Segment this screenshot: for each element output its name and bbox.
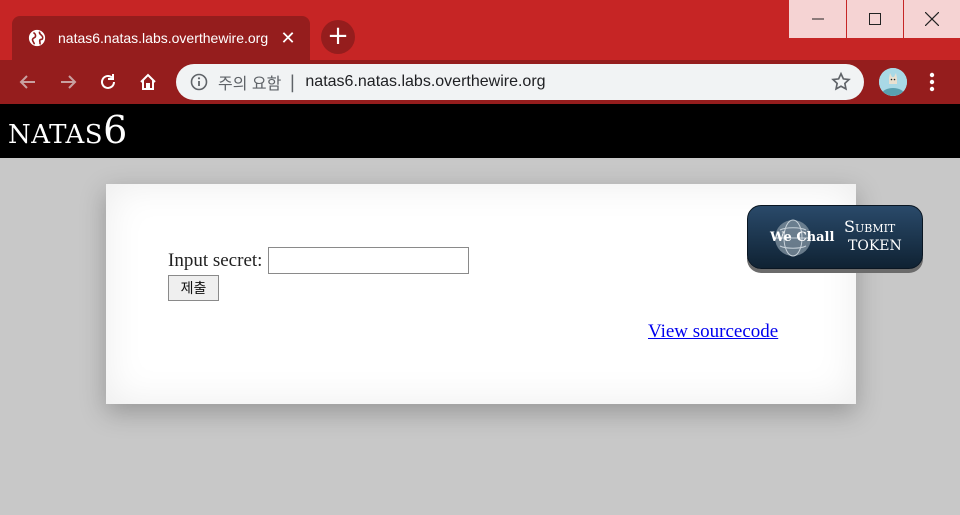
secret-form: Input secret:: [168, 247, 470, 274]
secret-label: Input secret:: [168, 249, 263, 271]
maximize-icon[interactable]: [846, 0, 903, 38]
content-panel: Input secret: 제출 View sourcecode: [106, 184, 856, 404]
plus-icon[interactable]: +: [321, 20, 355, 54]
home-icon[interactable]: [134, 68, 162, 96]
url-separator: |: [289, 71, 296, 93]
view-source-link[interactable]: View sourcecode: [648, 321, 778, 343]
star-icon[interactable]: [830, 71, 852, 93]
wechall-submit-label: Submit: [844, 217, 896, 236]
wechall-submit-token-button[interactable]: We Chall Submit TOKEN: [747, 205, 923, 269]
tab-title: natas6.natas.labs.overthewire.org: [58, 30, 269, 46]
wechall-token-label: TOKEN: [848, 238, 902, 254]
back-arrow-icon[interactable]: [14, 68, 42, 96]
reload-icon[interactable]: [94, 68, 122, 96]
logo-prefix: NATAS: [8, 120, 104, 150]
browser-tab[interactable]: natas6.natas.labs.overthewire.org ✕: [12, 16, 310, 60]
minimize-icon[interactable]: [789, 0, 846, 38]
tab-strip: natas6.natas.labs.overthewire.org ✕ +: [0, 0, 960, 60]
window-close-icon[interactable]: [903, 0, 960, 38]
site-logo: NATAS6: [8, 108, 127, 152]
forward-arrow-icon[interactable]: [54, 68, 82, 96]
site-header: NATAS6: [0, 104, 960, 158]
close-icon[interactable]: ✕: [278, 28, 298, 49]
avatar[interactable]: [879, 68, 907, 96]
logo-number: 6: [103, 108, 128, 152]
address-bar[interactable]: 주의 요함 | natas6.natas.labs.overthewire.or…: [176, 64, 864, 100]
browser-toolbar: 주의 요함 | natas6.natas.labs.overthewire.or…: [0, 60, 960, 104]
secret-input[interactable]: [268, 247, 470, 274]
url-text[interactable]: natas6.natas.labs.overthewire.org: [305, 73, 830, 91]
globe-icon: [28, 29, 46, 47]
more-vert-icon[interactable]: [922, 68, 942, 96]
security-label[interactable]: 주의 요함: [218, 70, 281, 94]
window-controls: [789, 0, 960, 38]
submit-button[interactable]: 제출: [168, 275, 219, 301]
info-icon[interactable]: [190, 73, 208, 91]
wechall-brand: We Chall: [770, 230, 835, 245]
